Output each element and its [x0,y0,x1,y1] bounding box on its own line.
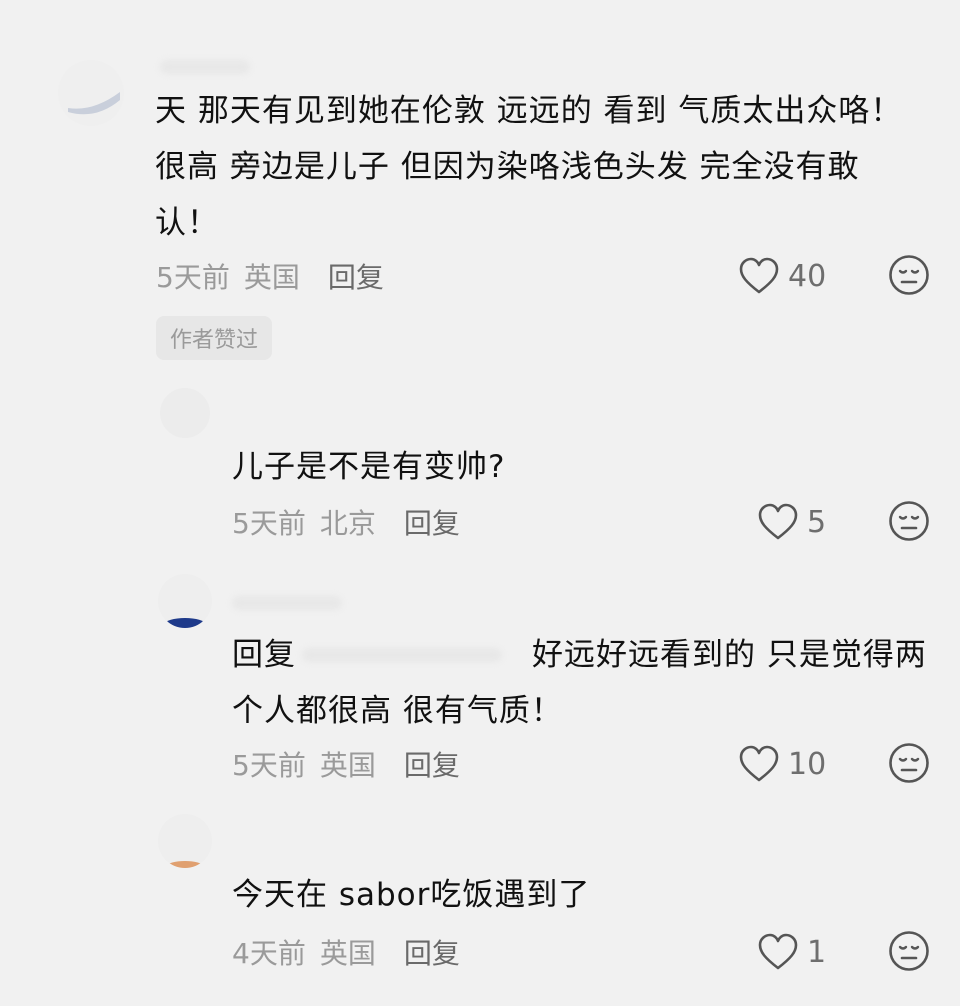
avatar[interactable] [160,388,210,438]
reply-button[interactable]: 回复 [404,749,460,782]
comment-location: 北京 [319,507,376,540]
reply-prefix: 回复 [232,637,296,673]
neutral-face-icon[interactable] [888,742,930,784]
comment-line-text: 好远好远看到的 只是觉得两 [532,637,927,673]
like-button[interactable]: 40 [738,256,826,296]
like-button[interactable]: 1 [757,932,826,972]
comment-line: 回复 好远好远看到的 只是觉得两 [232,630,932,680]
like-button[interactable]: 10 [738,744,826,784]
comment-time: 4天前 [232,937,306,970]
comment-line: 天 那天有见到她在伦敦 远远的 看到 气质太出众咯！ [155,93,903,129]
neutral-face-icon[interactable] [888,500,930,542]
comment-meta: 5天前 英国 回复 [156,256,398,296]
comment-time: 5天前 [232,507,306,540]
avatar[interactable] [158,574,212,628]
heart-outline-icon [739,745,779,782]
like-count: 5 [807,504,827,540]
comment-line: 儿子是不是有变帅? [232,449,506,485]
like-count: 40 [788,258,827,294]
reply-button[interactable]: 回复 [404,937,460,970]
comment-meta: 5天前 英国 回复 [232,744,474,784]
reply-button[interactable]: 回复 [404,507,460,540]
neutral-face-icon[interactable] [888,930,930,972]
reply-button[interactable]: 回复 [328,261,384,294]
comment-time: 5天前 [156,261,230,294]
like-count: 10 [788,746,827,782]
comment-text: 儿子是不是有变帅? [232,442,932,492]
avatar[interactable] [158,814,212,868]
username-blurred[interactable] [232,596,342,610]
like-count: 1 [807,934,827,970]
comment-text: 天 那天有见到她在伦敦 远远的 看到 气质太出众咯！ 很高 旁边是儿子 但因为染… [155,86,935,248]
comment-location: 英国 [319,937,376,970]
comment-line: 今天在 sabor吃饭遇到了 [232,877,591,913]
comment-text: 今天在 sabor吃饭遇到了 [232,870,932,920]
heart-outline-icon [758,503,798,540]
author-liked-badge: 作者赞过 [156,316,273,360]
heart-outline-icon [758,933,798,970]
heart-outline-icon [739,257,779,294]
comment-line: 个人都很高 很有气质！ [232,693,563,729]
like-button[interactable]: 5 [757,502,826,542]
comment-location: 英国 [243,261,300,294]
username-blurred[interactable] [160,60,250,74]
neutral-face-icon[interactable] [888,254,930,296]
comment-line: 认！ [155,205,219,241]
comment-time: 5天前 [232,749,306,782]
comment-line: 很高 旁边是儿子 但因为染咯浅色头发 完全没有敢 [155,149,860,185]
comment-meta: 5天前 北京 回复 [232,502,474,542]
comment-meta: 4天前 英国 回复 [232,932,474,972]
mention-blurred[interactable] [302,648,502,662]
avatar[interactable] [58,60,124,126]
comment-text: 回复 好远好远看到的 只是觉得两 个人都很高 很有气质！ [232,630,932,736]
comment-location: 英国 [319,749,376,782]
